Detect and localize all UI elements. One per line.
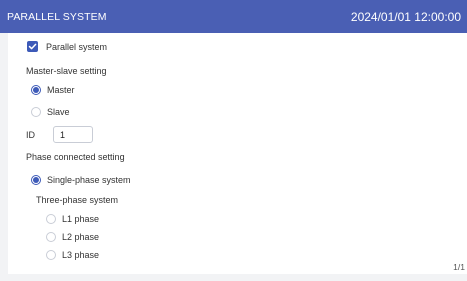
three-phase-heading: Three-phase system: [36, 195, 118, 205]
id-label: ID: [26, 129, 35, 140]
l2-phase-label: L2 phase: [62, 232, 100, 242]
id-input[interactable]: [53, 126, 93, 143]
l3-phase-radio[interactable]: [46, 250, 56, 260]
radio-l3-phase[interactable]: L3 phase: [46, 250, 99, 260]
parallel-system-label: Parallel system: [46, 41, 108, 52]
master-label: Master: [47, 85, 75, 95]
master-slave-label: Master-slave setting: [26, 66, 107, 76]
datetime-display: 2024/01/01 12:00:00: [350, 9, 461, 24]
radio-l1-phase[interactable]: L1 phase: [46, 214, 99, 224]
phase-heading: Phase connected setting: [26, 152, 125, 162]
slave-radio[interactable]: [31, 107, 41, 117]
title-bar: PARALLEL SYSTEM 2024/01/01 12:00:00: [0, 0, 467, 33]
phase-label: Phase connected setting: [26, 152, 125, 162]
id-row: ID: [26, 126, 93, 143]
radio-slave[interactable]: Slave: [31, 107, 70, 117]
l1-phase-radio[interactable]: [46, 214, 56, 224]
page-title: PARALLEL SYSTEM: [7, 10, 107, 23]
radio-master[interactable]: Master: [31, 85, 75, 95]
settings-panel: Parallel system Master-slave setting Mas…: [8, 33, 467, 274]
check-icon: [28, 43, 37, 50]
l3-phase-label: L3 phase: [62, 250, 100, 260]
slave-label: Slave: [47, 107, 70, 117]
radio-single-phase[interactable]: Single-phase system: [31, 175, 131, 185]
l1-phase-label: L1 phase: [62, 214, 100, 224]
page-indicator: 1/1: [453, 262, 465, 272]
single-phase-radio[interactable]: [31, 175, 41, 185]
l2-phase-radio[interactable]: [46, 232, 56, 242]
parallel-system-checkbox[interactable]: [27, 41, 38, 52]
three-phase-label: Three-phase system: [36, 195, 119, 205]
single-phase-label: Single-phase system: [47, 175, 131, 185]
master-slave-heading: Master-slave setting: [26, 66, 107, 76]
radio-l2-phase[interactable]: L2 phase: [46, 232, 99, 242]
parallel-system-checkbox-row[interactable]: Parallel system: [27, 41, 107, 52]
master-radio[interactable]: [31, 85, 41, 95]
